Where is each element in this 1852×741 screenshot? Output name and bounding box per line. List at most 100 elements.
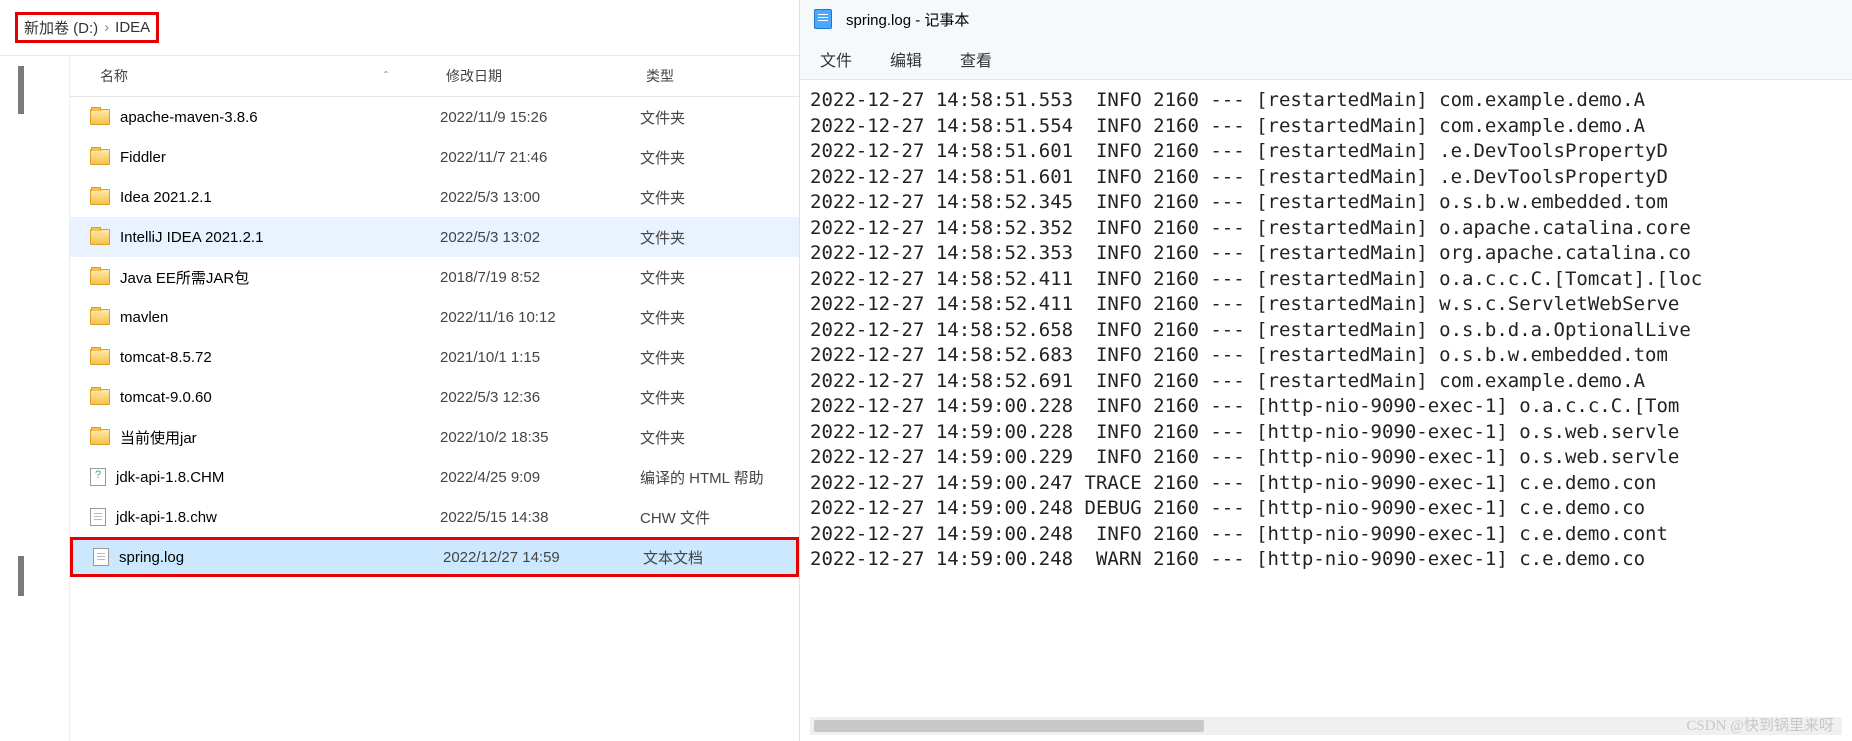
scroll-indicator bbox=[18, 556, 24, 596]
column-header-date[interactable]: 修改日期 bbox=[440, 56, 640, 96]
file-name-cell: Java EE所需JAR包 bbox=[70, 267, 440, 288]
file-row[interactable]: spring.log 2022/12/27 14:59文本文档 bbox=[70, 537, 799, 577]
folder-icon bbox=[90, 149, 110, 165]
file-row[interactable]: jdk-api-1.8.chw 2022/5/15 14:38CHW 文件 bbox=[70, 497, 799, 537]
file-name-cell: Fiddler bbox=[70, 149, 440, 166]
file-type-cell: 文件夹 bbox=[640, 427, 799, 448]
file-explorer: 新加卷 (D:) › IDEA 名称 ˆ 修改日期 类型 apache-mave… bbox=[0, 0, 800, 741]
file-row[interactable]: Java EE所需JAR包 2018/7/19 8:52文件夹 bbox=[70, 257, 799, 297]
scroll-indicator bbox=[18, 66, 24, 114]
column-headers: 名称 ˆ 修改日期 类型 bbox=[70, 56, 799, 97]
file-icon bbox=[93, 548, 109, 566]
file-name-cell: IntelliJ IDEA 2021.2.1 bbox=[70, 229, 440, 246]
file-name-label: Java EE所需JAR包 bbox=[120, 267, 249, 288]
file-type-cell: CHW 文件 bbox=[640, 507, 799, 528]
file-name-label: IntelliJ IDEA 2021.2.1 bbox=[120, 229, 263, 246]
file-name-cell: 当前使用jar bbox=[70, 427, 440, 448]
file-name-cell: jdk-api-1.8.CHM bbox=[70, 468, 440, 486]
file-date-cell: 2022/12/27 14:59 bbox=[443, 549, 643, 566]
file-name-cell: mavlen bbox=[70, 309, 440, 326]
file-row[interactable]: apache-maven-3.8.6 2022/11/9 15:26文件夹 bbox=[70, 97, 799, 137]
notepad-text-area[interactable]: 2022-12-27 14:58:51.553 INFO 2160 --- [r… bbox=[800, 80, 1852, 741]
scrollbar-thumb[interactable] bbox=[814, 720, 1204, 732]
file-date-cell: 2022/4/25 9:09 bbox=[440, 469, 640, 486]
file-type-cell: 文件夹 bbox=[640, 147, 799, 168]
file-date-cell: 2022/5/3 12:36 bbox=[440, 389, 640, 406]
menu-view[interactable]: 查看 bbox=[960, 47, 992, 71]
file-name-label: Fiddler bbox=[120, 149, 166, 166]
sort-asc-icon: ˆ bbox=[384, 69, 388, 83]
folder-icon bbox=[90, 189, 110, 205]
file-name-label: apache-maven-3.8.6 bbox=[120, 109, 258, 126]
file-type-cell: 编译的 HTML 帮助 bbox=[640, 467, 799, 488]
file-row[interactable]: Idea 2021.2.1 2022/5/3 13:00文件夹 bbox=[70, 177, 799, 217]
chm-icon bbox=[90, 468, 106, 486]
file-name-cell: tomcat-9.0.60 bbox=[70, 389, 440, 406]
file-date-cell: 2022/11/16 10:12 bbox=[440, 309, 640, 326]
notepad-window: spring.log - 记事本 文件 编辑 查看 2022-12-27 14:… bbox=[800, 0, 1852, 741]
file-name-label: 当前使用jar bbox=[120, 427, 197, 448]
file-type-cell: 文件夹 bbox=[640, 387, 799, 408]
column-header-name[interactable]: 名称 ˆ bbox=[70, 56, 440, 96]
file-name-label: mavlen bbox=[120, 309, 168, 326]
folder-icon bbox=[90, 269, 110, 285]
file-type-cell: 文件夹 bbox=[640, 347, 799, 368]
file-row[interactable]: tomcat-9.0.60 2022/5/3 12:36文件夹 bbox=[70, 377, 799, 417]
file-name-label: tomcat-9.0.60 bbox=[120, 389, 212, 406]
watermark-text: CSDN @快到锅里来呀 bbox=[1686, 714, 1834, 735]
file-name-cell: Idea 2021.2.1 bbox=[70, 189, 440, 206]
file-name-cell: jdk-api-1.8.chw bbox=[70, 508, 440, 526]
folder-icon bbox=[90, 229, 110, 245]
file-row[interactable]: Fiddler 2022/11/7 21:46文件夹 bbox=[70, 137, 799, 177]
chevron-right-icon: › bbox=[104, 19, 109, 36]
file-name-label: Idea 2021.2.1 bbox=[120, 189, 212, 206]
file-type-cell: 文件夹 bbox=[640, 307, 799, 328]
breadcrumb-part-folder[interactable]: IDEA bbox=[115, 19, 150, 36]
menu-file[interactable]: 文件 bbox=[820, 47, 852, 71]
file-type-cell: 文件夹 bbox=[640, 187, 799, 208]
notepad-titlebar[interactable]: spring.log - 记事本 bbox=[800, 0, 1852, 38]
file-list: 名称 ˆ 修改日期 类型 apache-maven-3.8.6 2022/11/9… bbox=[70, 56, 799, 741]
notepad-title-text: spring.log - 记事本 bbox=[846, 9, 969, 30]
file-type-cell: 文件夹 bbox=[640, 107, 799, 128]
file-row[interactable]: mavlen 2022/11/16 10:12文件夹 bbox=[70, 297, 799, 337]
file-date-cell: 2022/5/15 14:38 bbox=[440, 509, 640, 526]
notepad-app-icon bbox=[814, 9, 832, 29]
column-header-type[interactable]: 类型 bbox=[640, 56, 799, 96]
file-type-cell: 文件夹 bbox=[640, 267, 799, 288]
explorer-body: 名称 ˆ 修改日期 类型 apache-maven-3.8.6 2022/11/9… bbox=[0, 56, 799, 741]
folder-icon bbox=[90, 429, 110, 445]
file-row[interactable]: tomcat-8.5.72 2021/10/1 1:15文件夹 bbox=[70, 337, 799, 377]
file-row[interactable]: 当前使用jar 2022/10/2 18:35文件夹 bbox=[70, 417, 799, 457]
folder-icon bbox=[90, 389, 110, 405]
file-name-label: jdk-api-1.8.CHM bbox=[116, 469, 224, 486]
file-type-cell: 文件夹 bbox=[640, 227, 799, 248]
nav-tree-gutter[interactable] bbox=[0, 56, 70, 741]
file-date-cell: 2018/7/19 8:52 bbox=[440, 269, 640, 286]
menu-edit[interactable]: 编辑 bbox=[890, 47, 922, 71]
breadcrumb-highlight: 新加卷 (D:) › IDEA bbox=[15, 12, 159, 43]
file-date-cell: 2022/11/7 21:46 bbox=[440, 149, 640, 166]
file-type-cell: 文本文档 bbox=[643, 547, 796, 568]
file-name-cell: apache-maven-3.8.6 bbox=[70, 109, 440, 126]
breadcrumb[interactable]: 新加卷 (D:) › IDEA bbox=[0, 0, 799, 56]
file-date-cell: 2022/5/3 13:00 bbox=[440, 189, 640, 206]
notepad-menubar: 文件 编辑 查看 bbox=[800, 38, 1852, 80]
file-name-label: tomcat-8.5.72 bbox=[120, 349, 212, 366]
breadcrumb-part-drive[interactable]: 新加卷 (D:) bbox=[24, 17, 98, 38]
column-name-label: 名称 bbox=[100, 66, 128, 86]
folder-icon bbox=[90, 309, 110, 325]
file-icon bbox=[90, 508, 106, 526]
file-row[interactable]: IntelliJ IDEA 2021.2.1 2022/5/3 13:02文件夹 bbox=[70, 217, 799, 257]
file-name-label: jdk-api-1.8.chw bbox=[116, 509, 217, 526]
folder-icon bbox=[90, 109, 110, 125]
file-date-cell: 2021/10/1 1:15 bbox=[440, 349, 640, 366]
file-name-cell: spring.log bbox=[73, 548, 443, 566]
file-name-cell: tomcat-8.5.72 bbox=[70, 349, 440, 366]
file-date-cell: 2022/10/2 18:35 bbox=[440, 429, 640, 446]
file-name-label: spring.log bbox=[119, 549, 184, 566]
file-date-cell: 2022/11/9 15:26 bbox=[440, 109, 640, 126]
folder-icon bbox=[90, 349, 110, 365]
file-date-cell: 2022/5/3 13:02 bbox=[440, 229, 640, 246]
file-row[interactable]: jdk-api-1.8.CHM 2022/4/25 9:09编译的 HTML 帮助 bbox=[70, 457, 799, 497]
